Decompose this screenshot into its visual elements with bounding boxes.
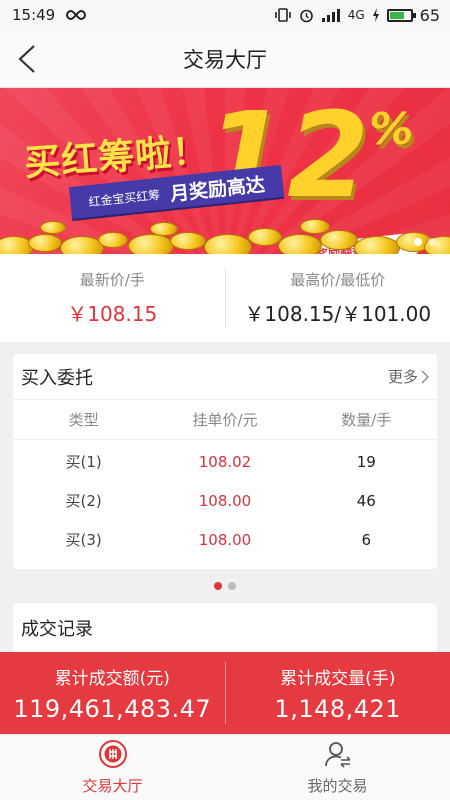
order-type: 买(3): [65, 531, 102, 549]
battery-percent: 65: [419, 5, 440, 25]
order-type: 买(2): [65, 492, 102, 510]
signal-icon: [321, 9, 340, 22]
tab-label: 我的交易: [307, 777, 368, 795]
latest-price: 最新价/手 ￥108.15: [0, 254, 225, 342]
nav-bar: 交易大厅: [0, 30, 450, 88]
card-pagination: [0, 569, 450, 603]
buy-orders-header: 买入委托 更多: [13, 354, 437, 400]
price-range-label: 最高价/最低价: [290, 271, 386, 289]
coins-decoration: [0, 206, 450, 254]
tab-my-trades[interactable]: 我的交易: [225, 735, 450, 800]
price-range: 最高价/最低价 ￥108.15/￥101.00: [224, 268, 450, 328]
chevron-left-icon: [18, 45, 35, 73]
column-header-qty: 数量/手: [341, 411, 392, 429]
tab-label: 交易大厅: [82, 777, 143, 795]
tab-trade-hall[interactable]: 交易大厅: [0, 735, 225, 800]
chevron-right-icon: [421, 370, 429, 383]
order-qty: 46: [356, 491, 376, 510]
order-qty: 19: [356, 452, 376, 471]
banner-percent-sign: %: [369, 104, 414, 155]
column-header-type: 类型: [68, 411, 99, 429]
banner-dot: [428, 238, 436, 246]
promo-banner[interactable]: 买红筹啦！ 12% 红金宝买红筹 月奖励高达 奖励翻番赚不停！: [0, 88, 450, 254]
more-link[interactable]: 更多: [388, 366, 429, 387]
buy-orders-card: 买入委托 更多 类型 挂单价/元 数量/手 买(1) 108.02 19 买(2…: [13, 354, 437, 569]
banner-pagination: [414, 238, 436, 246]
table-row[interactable]: 买(2) 108.00 46: [13, 481, 437, 520]
latest-price-label: 最新价/手: [79, 271, 145, 289]
summary-bar: 累计成交额(元) 119,461,483.47 累计成交量(手) 1,148,4…: [0, 652, 450, 734]
buy-orders-title: 买入委托: [21, 367, 93, 389]
alarm-icon: [299, 9, 313, 22]
total-amount-label: 累计成交额(元): [54, 668, 170, 689]
status-time: 15:49: [12, 6, 56, 24]
order-type: 买(1): [65, 453, 102, 471]
buy-orders-table: 类型 挂单价/元 数量/手 买(1) 108.02 19 买(2) 108.00…: [13, 400, 437, 569]
table-header: 类型 挂单价/元 数量/手: [13, 400, 437, 440]
user-trade-icon: [324, 742, 351, 768]
pager-dot[interactable]: [228, 582, 236, 590]
total-volume-value: 1,148,421: [274, 694, 402, 723]
trade-records-card: 成交记录: [13, 603, 437, 653]
order-price: 108.00: [198, 491, 252, 510]
status-bar: 15:49 4G 65: [0, 0, 450, 30]
battery-icon: [386, 8, 416, 22]
order-price: 108.02: [198, 452, 252, 471]
column-header-price: 挂单价/元: [192, 411, 258, 429]
trade-records-title: 成交记录: [21, 619, 93, 640]
table-row[interactable]: 买(1) 108.02 19: [13, 442, 437, 481]
back-button[interactable]: [14, 44, 42, 74]
latest-price-value: ￥108.15: [67, 302, 158, 326]
banner-dot-active: [414, 238, 422, 246]
charging-icon: [372, 8, 379, 22]
order-qty: 6: [361, 530, 372, 549]
banner-percent-number: 12: [205, 88, 370, 224]
total-volume-label: 累计成交量(手): [280, 668, 396, 689]
price-panel: 最新价/手 ￥108.15 最高价/最低价 ￥108.15/￥101.00: [0, 254, 450, 342]
price-range-value: ￥108.15/￥101.00: [244, 302, 432, 326]
total-volume: 累计成交量(手) 1,148,421: [224, 662, 450, 724]
pager-dot-active[interactable]: [214, 582, 222, 590]
table-row[interactable]: 买(3) 108.00 6: [13, 520, 437, 559]
trade-hall-icon: [98, 740, 127, 768]
page-title: 交易大厅: [183, 47, 267, 72]
total-amount-value: 119,461,483.47: [13, 694, 212, 723]
total-amount: 累计成交额(元) 119,461,483.47: [0, 652, 225, 734]
order-price: 108.00: [198, 530, 252, 549]
vibrate-icon: [274, 8, 291, 22]
network-type: 4G: [347, 8, 365, 22]
infinity-icon: [66, 9, 87, 21]
tab-bar: 交易大厅 我的交易: [0, 734, 450, 800]
more-label: 更多: [387, 368, 418, 386]
